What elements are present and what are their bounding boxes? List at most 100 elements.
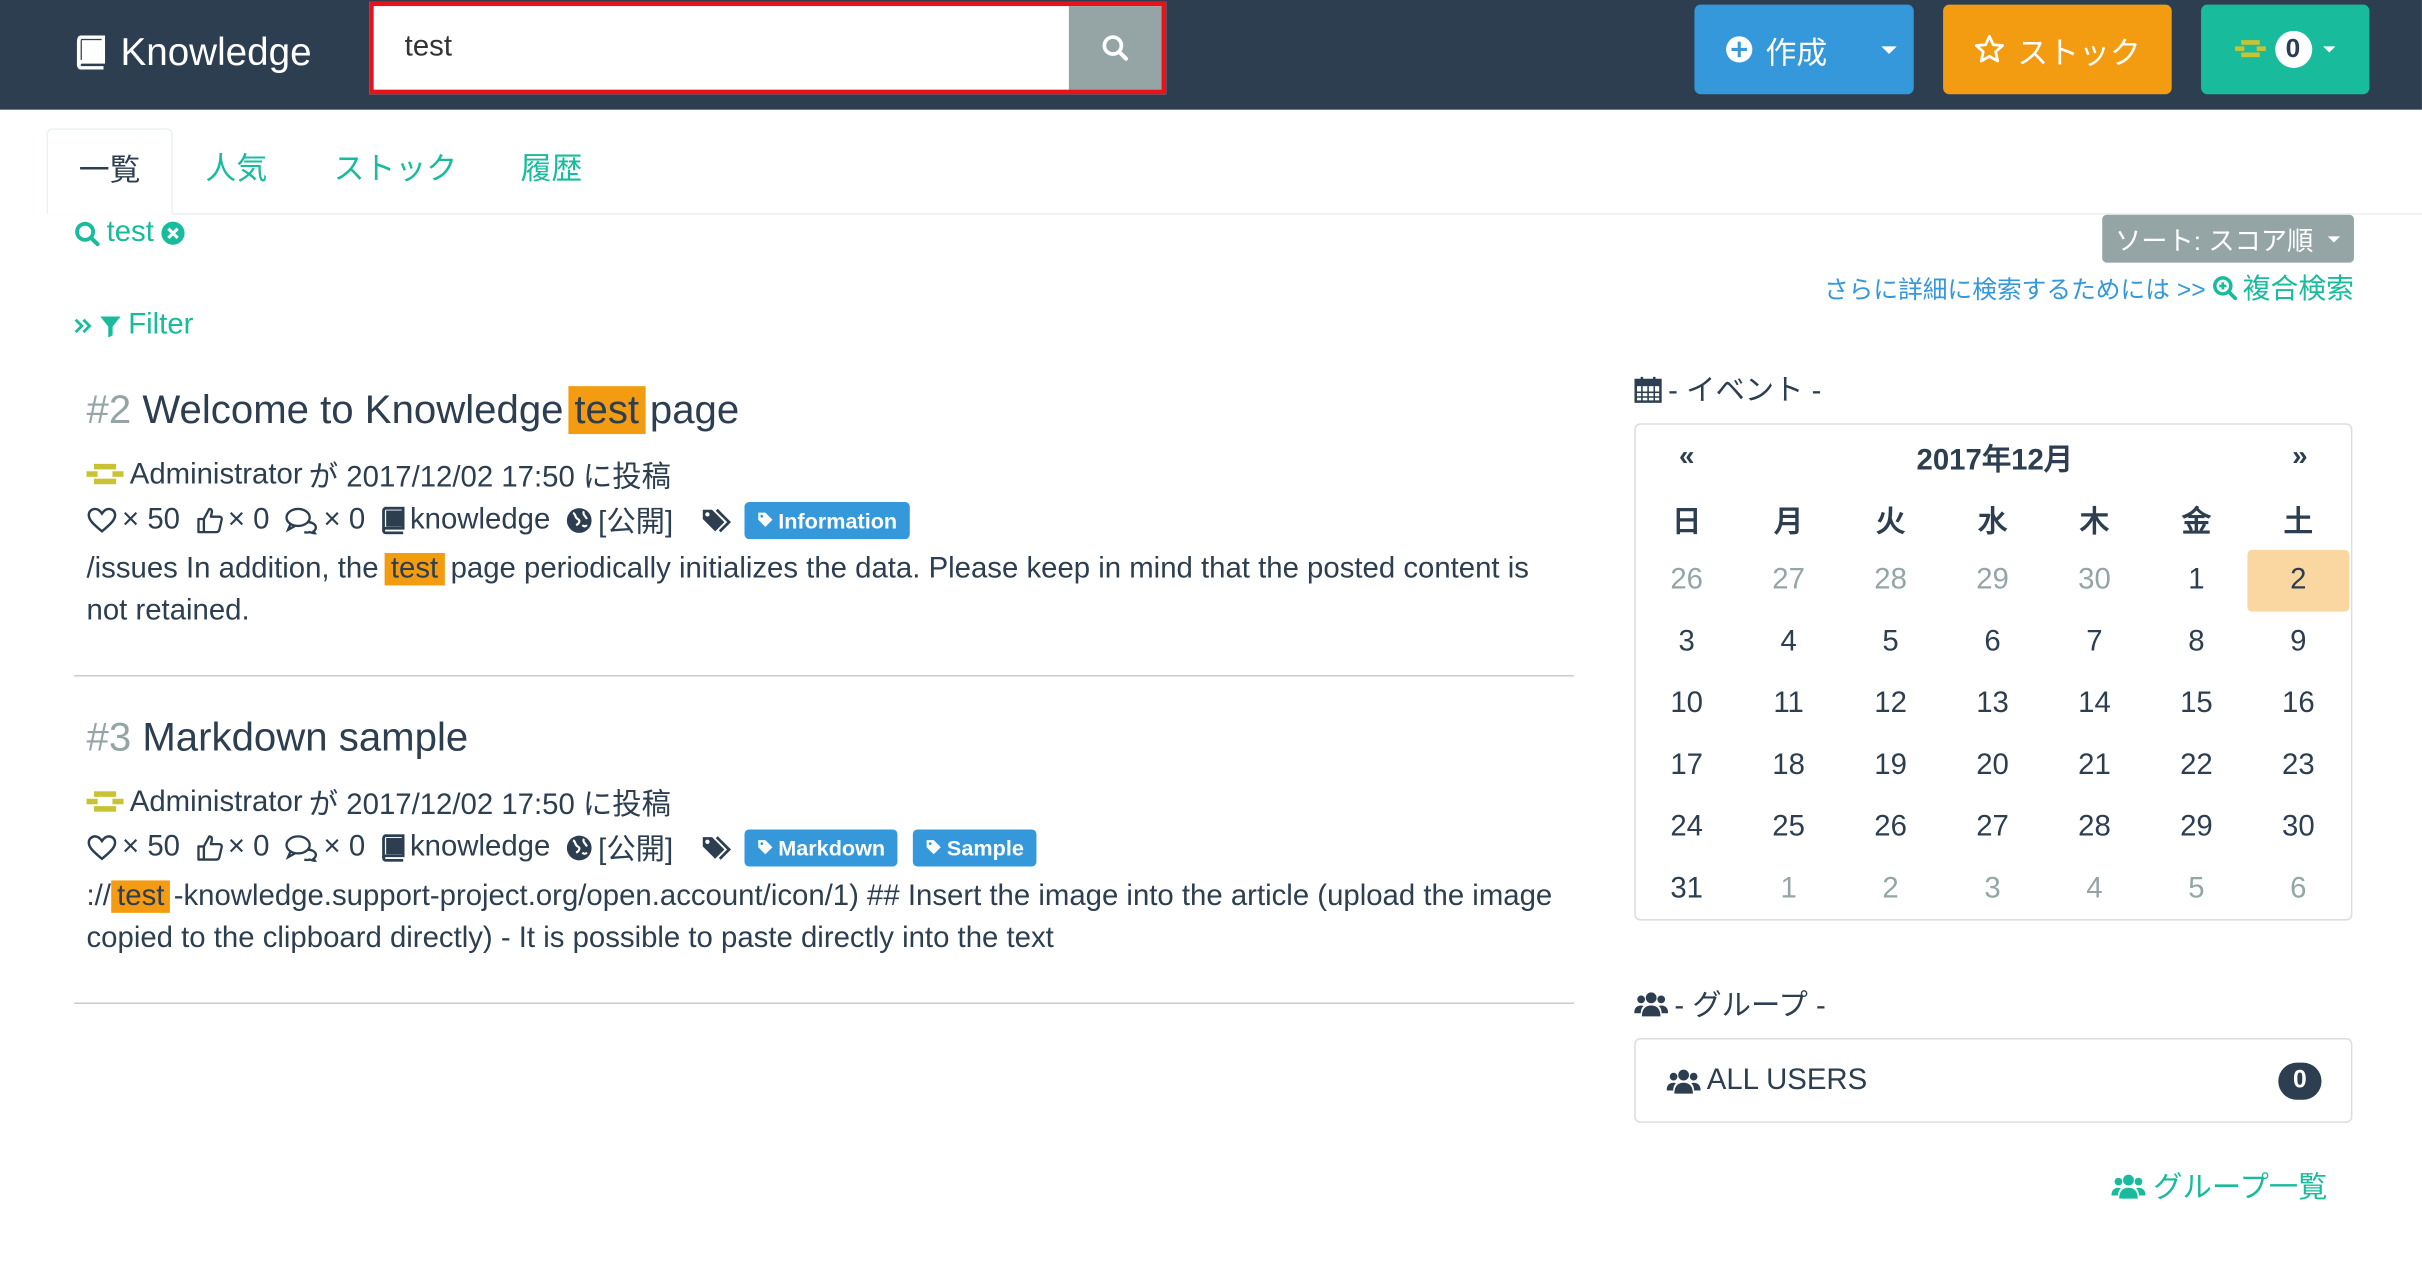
calendar-day[interactable]: 1 — [1738, 859, 1840, 921]
advanced-search-hint: さらに詳細に検索するためには >> 複合検索 — [1824, 267, 2354, 307]
tab-history[interactable]: 履歴 — [490, 128, 614, 213]
calendar-day[interactable]: 26 — [1636, 550, 1738, 612]
create-button-group: 作成 — [1694, 4, 1914, 95]
calendar-day[interactable]: 2 — [2247, 549, 2350, 612]
thumbs-up-stat[interactable]: × 0 — [195, 830, 269, 864]
comment-stat[interactable]: × 0 — [285, 503, 365, 537]
advanced-search-link[interactable]: 複合検索 — [2212, 267, 2354, 307]
calendar-day[interactable]: 27 — [1942, 797, 2044, 859]
highlight: test — [384, 552, 445, 586]
calendar-day[interactable]: 21 — [2044, 735, 2146, 797]
calendar-day[interactable]: 24 — [1636, 797, 1738, 859]
calendar-day[interactable]: 29 — [2145, 797, 2247, 859]
sort-dropdown[interactable]: ソート: スコア順 — [2102, 214, 2354, 263]
like-count: × 50 — [122, 830, 180, 863]
brand-link[interactable]: Knowledge — [74, 22, 312, 84]
excerpt-text: /issues In addition, the — [86, 552, 379, 586]
group-list-link[interactable]: グループ一覧 — [2111, 1165, 2328, 1207]
calendar-day[interactable]: 31 — [1636, 859, 1738, 921]
like-stat[interactable]: × 50 — [86, 830, 180, 864]
calendar-day[interactable]: 2 — [1840, 859, 1942, 921]
calendar-day[interactable]: 3 — [1942, 859, 2044, 921]
like-stat[interactable]: × 50 — [86, 503, 180, 537]
tab-popular[interactable]: 人気 — [175, 128, 299, 213]
calendar-day[interactable]: 28 — [1840, 550, 1942, 612]
calendar-day[interactable]: 30 — [2247, 797, 2349, 859]
calendar-day[interactable]: 4 — [2044, 859, 2146, 921]
space-stat[interactable]: knowledge — [381, 830, 550, 864]
calendar-day[interactable]: 17 — [1636, 735, 1738, 797]
calendar-day[interactable]: 1 — [2145, 550, 2247, 612]
tab-stock[interactable]: ストック — [303, 128, 488, 213]
calendar-day[interactable]: 11 — [1738, 673, 1840, 735]
calendar-day[interactable]: 27 — [1738, 550, 1840, 612]
user-avatar-icon — [2234, 40, 2266, 58]
calendar-day[interactable]: 10 — [1636, 673, 1738, 735]
article-title[interactable]: #2 Welcome to Knowledge test page — [86, 386, 739, 435]
page: Knowledge 作成 — [0, 0, 2422, 1266]
group-item[interactable]: ALL USERS 0 — [1634, 1037, 2353, 1123]
tag-badge[interactable]: Information — [744, 501, 910, 539]
author-name[interactable]: Administrator — [130, 785, 303, 819]
calendar-day[interactable]: 6 — [1942, 612, 2044, 674]
stock-label: ストック — [2017, 36, 2141, 71]
calendar-day[interactable]: 13 — [1942, 673, 2044, 735]
author-name[interactable]: Administrator — [130, 458, 303, 492]
calendar-day[interactable]: 18 — [1738, 735, 1840, 797]
tab-list[interactable]: 一覧 — [46, 128, 173, 215]
calendar-day[interactable]: 28 — [2044, 797, 2146, 859]
calendar-week-row: 17 18 19 20 21 22 23 — [1636, 735, 2354, 797]
tags-stat — [701, 833, 735, 861]
calendar-day[interactable]: 20 — [1942, 735, 2044, 797]
calendar-day[interactable]: 29 — [1942, 550, 2044, 612]
article-title[interactable]: #3 Markdown sample — [86, 714, 468, 762]
filter-toggle[interactable]: Filter — [74, 309, 193, 343]
calendar-next-button[interactable]: » — [2292, 440, 2307, 472]
calendar-day[interactable]: 5 — [1840, 612, 1942, 674]
space-stat[interactable]: knowledge — [381, 503, 550, 537]
calendar-day[interactable]: 3 — [1636, 612, 1738, 674]
search-box — [369, 1, 1167, 95]
calendar-day[interactable]: 30 — [2044, 550, 2146, 612]
calendar-day[interactable]: 12 — [1840, 673, 1942, 735]
groups-heading: - グループ - — [1634, 982, 1826, 1024]
search-button[interactable] — [1068, 6, 1162, 90]
calendar-day[interactable]: 22 — [2145, 735, 2247, 797]
tag-icon — [926, 840, 941, 855]
calendar-day[interactable]: 26 — [1840, 797, 1942, 859]
calendar-day[interactable]: 4 — [1738, 612, 1840, 674]
visibility-label: [公開] — [598, 506, 674, 540]
user-menu-button[interactable]: 0 — [2201, 4, 2370, 95]
comment-count: × 0 — [323, 830, 366, 863]
search-icon — [75, 221, 100, 246]
article-title-text: Markdown sample — [142, 713, 469, 760]
calendar-day[interactable]: 15 — [2145, 673, 2247, 735]
tag-badge[interactable]: Markdown — [744, 828, 898, 866]
calendar-day[interactable]: 5 — [2145, 859, 2247, 921]
heart-icon — [87, 834, 117, 860]
calendar-day[interactable]: 14 — [2044, 673, 2146, 735]
calendar-day[interactable]: 7 — [2044, 612, 2146, 674]
calendar-day[interactable]: 23 — [2247, 735, 2349, 797]
search-input[interactable] — [373, 6, 1069, 90]
tab-label: 人気 — [205, 152, 268, 187]
create-dropdown-toggle[interactable] — [1864, 5, 1914, 95]
calendar-day[interactable]: 19 — [1840, 735, 1942, 797]
visibility-label: [公開] — [598, 834, 674, 867]
calendar-day[interactable]: 6 — [2247, 859, 2349, 921]
calendar-day[interactable]: 8 — [2145, 612, 2247, 674]
remove-search-term-icon[interactable] — [160, 221, 185, 246]
comment-stat[interactable]: × 0 — [285, 830, 365, 864]
stock-button[interactable]: ストック — [1943, 4, 2172, 95]
calendar-weekday: 木 — [2079, 505, 2110, 539]
create-button[interactable]: 作成 — [1694, 27, 1863, 72]
thumbs-up-stat[interactable]: × 0 — [195, 503, 269, 537]
tag-badge[interactable]: Sample — [912, 828, 1037, 866]
calendar-day[interactable]: 9 — [2247, 612, 2349, 674]
calendar-weekday: 月 — [1773, 505, 1804, 539]
calendar-day[interactable]: 16 — [2247, 673, 2349, 735]
group-name: ALL USERS — [1706, 1063, 1868, 1096]
calendar-weekday: 金 — [2181, 505, 2212, 539]
tab-label: ストック — [333, 152, 458, 187]
calendar-day[interactable]: 25 — [1738, 797, 1840, 859]
